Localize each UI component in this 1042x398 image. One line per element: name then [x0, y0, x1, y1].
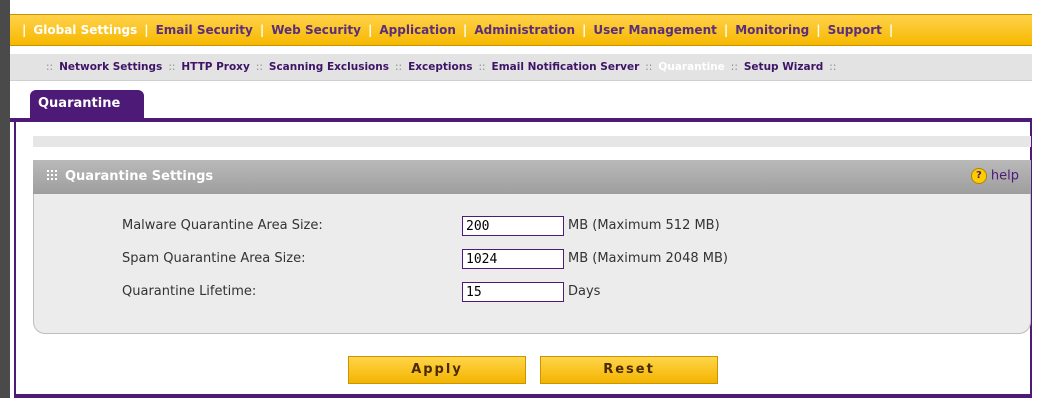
field-row-malware: Malware Quarantine Area Size: MB (Maximu…	[34, 216, 1032, 238]
sub-nav-http-proxy[interactable]: HTTP Proxy	[181, 61, 249, 73]
top-nav-monitoring[interactable]: Monitoring	[728, 23, 816, 37]
tab-quarantine[interactable]: Quarantine	[30, 90, 144, 118]
reset-button[interactable]: Reset	[540, 356, 718, 384]
sub-nav-quarantine[interactable]: Quarantine	[658, 61, 724, 73]
sub-nav-scanning-exclusions[interactable]: Scanning Exclusions	[269, 61, 389, 73]
help-label: help	[990, 168, 1019, 184]
quarantine-lifetime-label: Quarantine Lifetime:	[122, 284, 257, 299]
top-nav: | Global Settings | Email Security | Web…	[22, 20, 893, 40]
help-link[interactable]: ? help	[970, 168, 1019, 184]
malware-area-size-input[interactable]	[462, 216, 564, 236]
spam-area-size-label: Spam Quarantine Area Size:	[122, 251, 306, 266]
sub-nav-separator: ::	[730, 61, 738, 73]
malware-area-size-label: Malware Quarantine Area Size:	[122, 218, 323, 233]
top-nav-support[interactable]: Support	[821, 23, 889, 37]
sub-nav-exceptions[interactable]: Exceptions	[408, 61, 472, 73]
bottom-border	[14, 394, 1032, 398]
quarantine-lifetime-unit: Days	[568, 284, 601, 299]
spam-area-size-input[interactable]	[462, 249, 564, 269]
top-nav-application[interactable]: Application	[372, 23, 463, 37]
sub-nav: :: Network Settings :: HTTP Proxy :: Sca…	[40, 61, 842, 73]
sub-nav-separator: ::	[478, 61, 486, 73]
status-strip	[33, 136, 1031, 147]
panel-header: Quarantine Settings ? help	[33, 160, 1031, 194]
grip-icon	[47, 170, 57, 180]
nav-separator: |	[888, 23, 894, 37]
top-nav-email-security[interactable]: Email Security	[149, 23, 260, 37]
sub-nav-network-settings[interactable]: Network Settings	[59, 61, 162, 73]
sub-nav-separator: ::	[829, 61, 837, 73]
sub-nav-setup-wizard[interactable]: Setup Wizard	[744, 61, 823, 73]
sub-nav-email-notification-server[interactable]: Email Notification Server	[492, 61, 640, 73]
panel-title: Quarantine Settings	[65, 169, 214, 184]
help-icon: ?	[970, 168, 987, 184]
sub-nav-separator: ::	[255, 61, 263, 73]
field-row-spam: Spam Quarantine Area Size: MB (Maximum 2…	[34, 249, 1032, 271]
apply-button[interactable]: Apply	[348, 356, 526, 384]
top-nav-administration[interactable]: Administration	[467, 23, 582, 37]
left-edge-bar	[0, 0, 10, 398]
panel-title-wrap: Quarantine Settings	[47, 169, 213, 184]
sub-nav-separator: ::	[395, 61, 403, 73]
top-nav-web-security[interactable]: Web Security	[264, 23, 368, 37]
field-row-lifetime: Quarantine Lifetime: Days	[34, 282, 1032, 304]
sub-nav-separator: ::	[46, 61, 54, 73]
spam-area-size-unit: MB (Maximum 2048 MB)	[568, 251, 728, 266]
top-nav-global-settings[interactable]: Global Settings	[26, 23, 144, 37]
malware-area-size-unit: MB (Maximum 512 MB)	[568, 218, 720, 233]
quarantine-lifetime-input[interactable]	[462, 282, 564, 302]
quarantine-settings-panel: Quarantine Settings ? help Malware Quaran…	[33, 160, 1031, 368]
panel-body: Malware Quarantine Area Size: MB (Maximu…	[33, 194, 1031, 334]
top-nav-user-management[interactable]: User Management	[586, 23, 723, 37]
sub-nav-separator: ::	[645, 61, 653, 73]
sub-nav-separator: ::	[168, 61, 176, 73]
